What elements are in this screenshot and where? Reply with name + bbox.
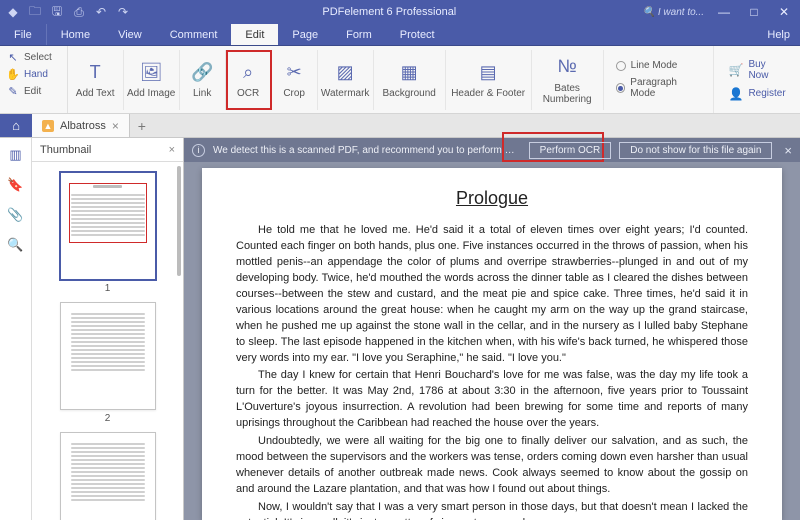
tab-close-icon[interactable]: ×	[112, 119, 119, 133]
thumbnail-page-3[interactable]: 3	[60, 432, 156, 520]
radio-icon	[616, 61, 626, 71]
ocr-message: We detect this is a scanned PDF, and rec…	[213, 145, 521, 156]
ribbon-background[interactable]: ▦Background	[374, 50, 446, 110]
attachments-icon[interactable]: 📎	[7, 206, 25, 224]
siderail: ▥ 🔖 📎 🔍	[0, 138, 32, 520]
hand-icon: ✋	[6, 67, 20, 81]
undo-icon[interactable]: ↶	[92, 3, 110, 21]
save-icon[interactable]: 🖫	[48, 3, 66, 21]
bates-icon: №	[555, 55, 579, 79]
watermark-icon: ▨	[333, 60, 357, 84]
ribbon-header-footer[interactable]: ▤Header & Footer	[446, 50, 532, 110]
menu-file[interactable]: File	[0, 24, 47, 45]
thumbnails-icon[interactable]: ▥	[7, 146, 25, 164]
doc-paragraph: Undoubtedly, we were all waiting for the…	[236, 434, 748, 498]
page-viewport[interactable]: Prologue He told me that he loved me. He…	[184, 162, 800, 520]
menu-help[interactable]: Help	[757, 24, 800, 45]
header-footer-icon: ▤	[476, 60, 500, 84]
doc-tab-name: Albatross	[60, 120, 106, 132]
minimize-button[interactable]: —	[714, 2, 734, 22]
tabstrip-home[interactable]: ⌂	[0, 114, 32, 137]
ribbon-tools: ↖Select ✋Hand ✎Edit	[0, 46, 68, 113]
doc-tab[interactable]: ▲ Albatross ×	[32, 114, 130, 137]
register-link[interactable]: 👤Register	[728, 87, 786, 101]
ribbon-crop[interactable]: ✂Crop	[272, 50, 318, 110]
search-panel-icon[interactable]: 🔍	[7, 236, 25, 254]
thumbnail-page-2[interactable]: 2	[60, 302, 156, 424]
content-area: i We detect this is a scanned PDF, and r…	[184, 138, 800, 520]
dismiss-ocr-button[interactable]: Do not show for this file again	[619, 142, 772, 159]
edit-mode-group: Line Mode Paragraph Mode	[604, 46, 715, 113]
background-icon: ▦	[397, 60, 421, 84]
pdf-badge-icon: ▲	[42, 120, 54, 132]
crop-icon: ✂	[282, 60, 306, 84]
text-icon: T	[83, 60, 107, 84]
menu-page[interactable]: Page	[278, 24, 332, 45]
ribbon-right-links: 🛒Buy Now 👤Register	[714, 46, 800, 113]
tool-edit[interactable]: ✎Edit	[6, 84, 61, 98]
tool-hand[interactable]: ✋Hand	[6, 67, 61, 81]
search-hint[interactable]: 🔍 I want to...	[643, 7, 704, 18]
thumbnail-page-1[interactable]: 1	[60, 172, 156, 294]
tab-add-button[interactable]: +	[130, 114, 154, 137]
tool-select[interactable]: ↖Select	[6, 50, 61, 64]
radio-icon	[616, 83, 626, 93]
cursor-icon: ↖	[6, 50, 20, 64]
info-icon: i	[192, 144, 205, 157]
doc-paragraph: He told me that he loved me. He'd said i…	[236, 223, 748, 366]
menu-protect[interactable]: Protect	[386, 24, 449, 45]
close-button[interactable]: ✕	[774, 2, 794, 22]
menu-comment[interactable]: Comment	[156, 24, 232, 45]
menubar: File Home View Comment Edit Page Form Pr…	[0, 24, 800, 46]
user-icon: 👤	[728, 87, 743, 101]
doc-heading: Prologue	[236, 188, 748, 209]
ocr-notification-bar: i We detect this is a scanned PDF, and r…	[184, 138, 800, 162]
ribbon-ocr[interactable]: ⌕OCR	[226, 50, 272, 110]
redo-icon[interactable]: ↷	[114, 3, 132, 21]
radio-line-mode[interactable]: Line Mode	[616, 60, 702, 71]
thumbnail-panel: Thumbnail × 1 2 3	[32, 138, 184, 520]
menu-form[interactable]: Form	[332, 24, 386, 45]
thumbnail-title: Thumbnail	[40, 144, 91, 156]
buy-now-link[interactable]: 🛒Buy Now	[728, 59, 786, 81]
doc-paragraph: The day I knew for certain that Henri Bo…	[236, 368, 748, 432]
ribbon-add-image[interactable]: 🖼Add Image	[124, 50, 180, 110]
thumbnail-close-icon[interactable]: ×	[169, 144, 175, 156]
ribbon-link[interactable]: 🔗Link	[180, 50, 226, 110]
link-icon: 🔗	[190, 60, 214, 84]
ribbon-add-text[interactable]: TAdd Text	[68, 50, 124, 110]
pencil-icon: ✎	[6, 84, 20, 98]
workspace: ▥ 🔖 📎 🔍 Thumbnail × 1 2 3 i	[0, 138, 800, 520]
ribbon-bates[interactable]: №Bates Numbering	[532, 50, 604, 110]
thumbnail-list[interactable]: 1 2 3	[32, 162, 183, 520]
titlebar: ◆ 🗀 🖫 ⎙ ↶ ↷ PDFelement 6 Professional 🔍 …	[0, 0, 800, 24]
menu-home[interactable]: Home	[47, 24, 104, 45]
menu-edit[interactable]: Edit	[231, 24, 278, 45]
ribbon-watermark[interactable]: ▨Watermark	[318, 50, 374, 110]
print-icon[interactable]: ⎙	[70, 3, 88, 21]
menu-view[interactable]: View	[104, 24, 156, 45]
image-icon: 🖼	[139, 60, 163, 84]
open-icon[interactable]: 🗀	[26, 3, 44, 21]
window-title: PDFelement 6 Professional	[136, 6, 643, 18]
doc-tabstrip: ⌂ ▲ Albatross × +	[0, 114, 800, 138]
ocr-bar-close-icon[interactable]: ×	[784, 143, 792, 158]
bookmarks-icon[interactable]: 🔖	[7, 176, 25, 194]
ocr-icon: ⌕	[236, 60, 260, 84]
radio-paragraph-mode[interactable]: Paragraph Mode	[616, 77, 702, 99]
document-page: Prologue He told me that he loved me. He…	[202, 168, 782, 520]
doc-paragraph: Now, I wouldn't say that I was a very sm…	[236, 500, 748, 520]
maximize-button[interactable]: □	[744, 2, 764, 22]
cart-icon: 🛒	[728, 63, 743, 77]
thumbnail-scrollbar[interactable]	[177, 166, 181, 276]
app-icon: ◆	[4, 3, 22, 21]
perform-ocr-button[interactable]: Perform OCR	[529, 142, 612, 159]
ribbon: ↖Select ✋Hand ✎Edit TAdd Text 🖼Add Image…	[0, 46, 800, 114]
